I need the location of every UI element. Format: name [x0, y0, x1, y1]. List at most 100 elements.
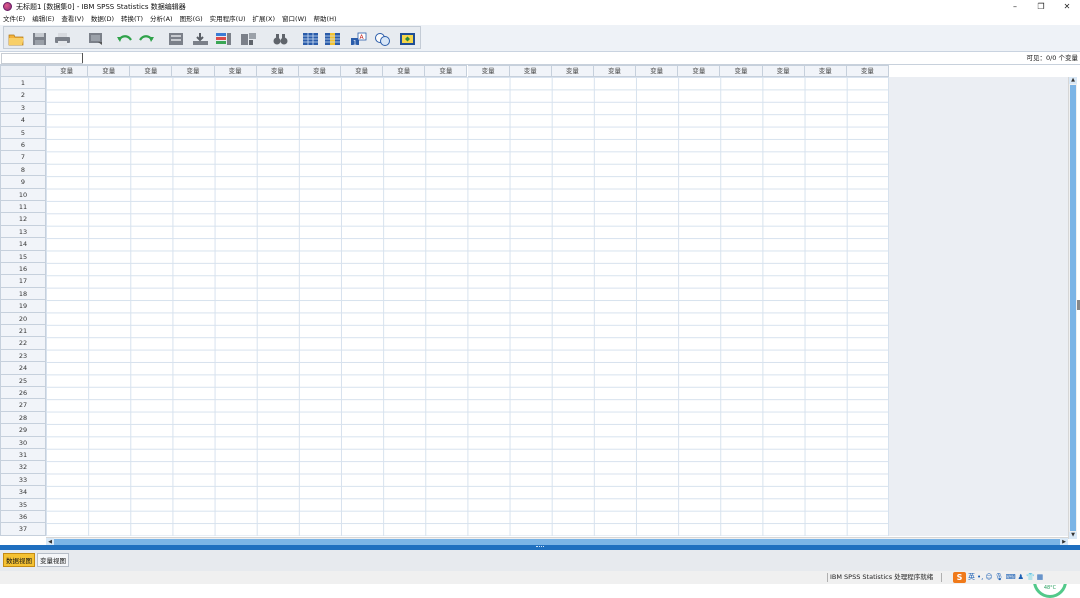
- row-header[interactable]: 16: [0, 263, 46, 276]
- tab-variable-view[interactable]: 变量视图: [37, 553, 69, 567]
- row-header[interactable]: 12: [0, 213, 46, 226]
- column-header[interactable]: 变量: [425, 65, 468, 77]
- row-header[interactable]: 2: [0, 89, 46, 102]
- restore-button[interactable]: ❐: [1028, 0, 1054, 13]
- tab-data-view[interactable]: 数据视图: [3, 553, 35, 567]
- row-header[interactable]: 27: [0, 399, 46, 412]
- row-header[interactable]: 31: [0, 449, 46, 462]
- menu-analyze[interactable]: 分析(A): [147, 13, 177, 25]
- row-header[interactable]: 4: [0, 114, 46, 127]
- row-header[interactable]: 1: [0, 77, 46, 90]
- insert-variable-icon[interactable]: [324, 32, 341, 46]
- menu-edit[interactable]: 编辑(E): [29, 13, 58, 25]
- menu-data[interactable]: 数据(D): [88, 13, 118, 25]
- close-button[interactable]: ✕: [1054, 0, 1080, 13]
- row-header[interactable]: 5: [0, 126, 46, 139]
- row-header[interactable]: 9: [0, 176, 46, 189]
- row-header[interactable]: 25: [0, 374, 46, 387]
- undo-icon[interactable]: [116, 32, 133, 46]
- row-header[interactable]: 35: [0, 498, 46, 511]
- row-header[interactable]: 28: [0, 411, 46, 425]
- column-header[interactable]: 变量: [551, 65, 594, 77]
- row-header[interactable]: 15: [0, 250, 46, 263]
- vertical-scrollbar[interactable]: ▲ ▼: [1068, 77, 1077, 539]
- column-header[interactable]: 变量: [467, 65, 510, 77]
- row-header[interactable]: 3: [0, 101, 46, 115]
- row-header[interactable]: 21: [0, 325, 46, 338]
- row-header[interactable]: 37: [0, 523, 46, 536]
- row-header[interactable]: 32: [0, 461, 46, 474]
- column-header[interactable]: 变量: [636, 65, 679, 77]
- user-icon[interactable]: ♟: [1018, 571, 1024, 584]
- row-header[interactable]: 30: [0, 436, 46, 449]
- column-header[interactable]: 变量: [46, 65, 89, 77]
- scroll-up-icon[interactable]: ▲: [1069, 77, 1077, 84]
- row-header[interactable]: 17: [0, 275, 46, 288]
- keyboard-icon[interactable]: ⌨: [1006, 571, 1016, 584]
- vertical-scroll-thumb[interactable]: [1070, 85, 1076, 531]
- print-icon[interactable]: [54, 32, 71, 46]
- save-icon[interactable]: [31, 32, 48, 46]
- microphone-icon[interactable]: 🎙: [995, 571, 1004, 584]
- ime-mode[interactable]: 英: [968, 571, 975, 584]
- insert-cases-icon[interactable]: [302, 32, 319, 46]
- row-header[interactable]: 34: [0, 486, 46, 499]
- row-header[interactable]: 14: [0, 238, 46, 251]
- ime-toolbar[interactable]: S 英 •, ☺ 🎙 ⌨ ♟ 👕 ▦: [953, 571, 1043, 584]
- row-header[interactable]: 19: [0, 300, 46, 313]
- minimize-button[interactable]: –: [1002, 0, 1028, 13]
- column-header[interactable]: 变量: [720, 65, 763, 77]
- show-all-icon[interactable]: [399, 32, 416, 46]
- find-icon[interactable]: [272, 32, 289, 46]
- row-header[interactable]: 13: [0, 225, 46, 239]
- row-header[interactable]: 33: [0, 473, 46, 487]
- cell-reference-box[interactable]: [1, 53, 83, 64]
- menu-transform[interactable]: 转换(T): [118, 13, 147, 25]
- row-header[interactable]: 20: [0, 312, 46, 325]
- scroll-down-icon[interactable]: ▼: [1069, 532, 1077, 539]
- punctuation-icon[interactable]: •,: [977, 571, 983, 584]
- column-header[interactable]: 变量: [341, 65, 384, 77]
- column-header[interactable]: 变量: [130, 65, 173, 77]
- menu-view[interactable]: 查看(V): [58, 13, 88, 25]
- row-header[interactable]: 11: [0, 201, 46, 214]
- column-header[interactable]: 变量: [846, 65, 889, 77]
- column-header[interactable]: 变量: [256, 65, 299, 77]
- run-descriptive-icon[interactable]: [240, 32, 257, 46]
- column-header[interactable]: 变量: [593, 65, 637, 77]
- column-header[interactable]: 变量: [804, 65, 847, 77]
- row-header[interactable]: 10: [0, 188, 46, 201]
- skin-icon[interactable]: 👕: [1026, 571, 1035, 584]
- row-header[interactable]: 26: [0, 387, 46, 400]
- variables-icon[interactable]: [215, 32, 232, 46]
- redo-icon[interactable]: [138, 32, 155, 46]
- open-icon[interactable]: [8, 32, 25, 46]
- dialog-recall-icon[interactable]: [88, 32, 105, 46]
- row-header[interactable]: 22: [0, 337, 46, 350]
- row-header[interactable]: 6: [0, 139, 46, 152]
- column-header[interactable]: 变量: [88, 65, 131, 77]
- sogou-ime-icon[interactable]: S: [953, 572, 966, 583]
- column-header[interactable]: 变量: [762, 65, 805, 77]
- column-header[interactable]: 变量: [172, 65, 215, 77]
- goto-variable-icon[interactable]: [192, 32, 209, 46]
- grid-corner[interactable]: [0, 65, 46, 77]
- row-header[interactable]: 7: [0, 151, 46, 164]
- use-sets-icon[interactable]: [374, 32, 391, 46]
- menu-extensions[interactable]: 扩展(X): [250, 13, 280, 25]
- menu-window[interactable]: 窗口(W): [279, 13, 311, 25]
- cell-value-editor[interactable]: [83, 53, 1019, 62]
- row-header[interactable]: 29: [0, 424, 46, 437]
- row-header[interactable]: 36: [0, 511, 46, 524]
- menu-graphs[interactable]: 图形(G): [177, 13, 207, 25]
- menu-file[interactable]: 文件(E): [0, 13, 29, 25]
- menu-help[interactable]: 帮助(H): [311, 13, 341, 25]
- emoji-icon[interactable]: ☺: [985, 571, 992, 584]
- value-labels-icon[interactable]: 1A: [350, 32, 367, 46]
- row-header[interactable]: 8: [0, 163, 46, 177]
- column-header[interactable]: 变量: [383, 65, 426, 77]
- row-header[interactable]: 18: [0, 287, 46, 301]
- grid-cells[interactable]: [46, 77, 889, 536]
- column-header[interactable]: 变量: [509, 65, 552, 77]
- toolbox-icon[interactable]: ▦: [1037, 571, 1044, 584]
